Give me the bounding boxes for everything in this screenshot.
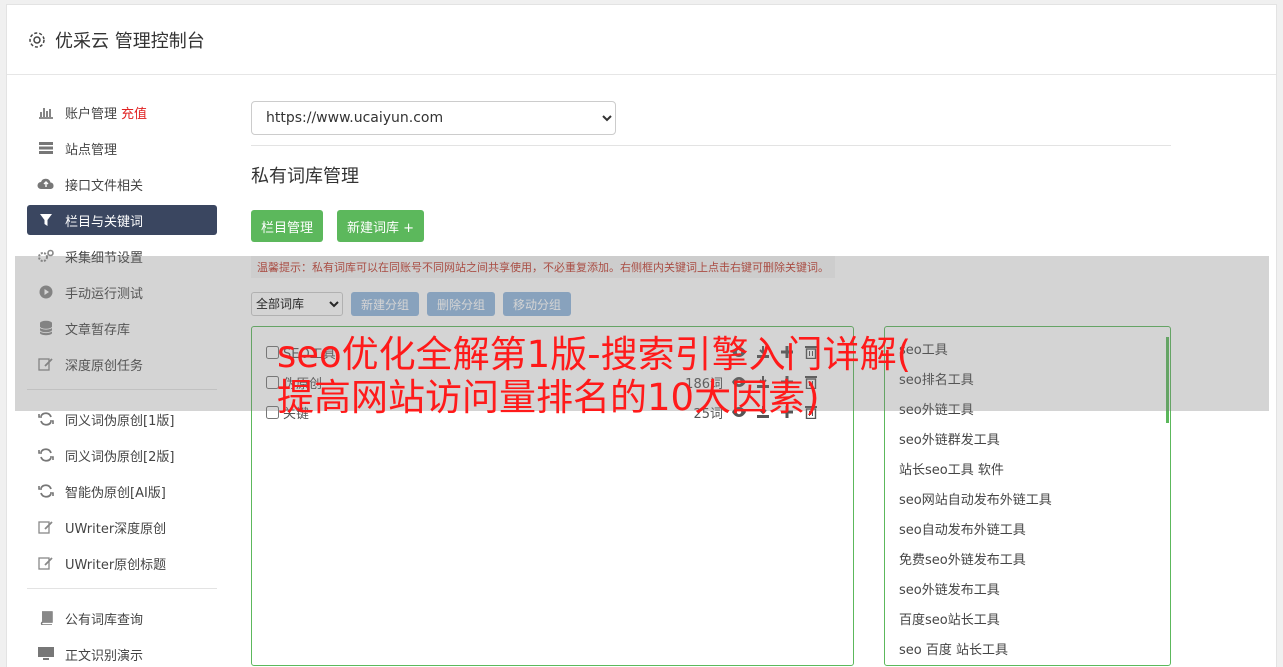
filter-icon	[37, 211, 55, 229]
keyword-item[interactable]: seo自动发布外链工具	[899, 513, 1156, 543]
sidebar-item[interactable]: 深度原创任务	[27, 349, 217, 379]
sidebar-item-label: UWriter深度原创	[65, 521, 167, 537]
keyword-item[interactable]: seo外链群发工具	[899, 423, 1156, 453]
sidebar-item-label: 同义词伪原创[2版]	[65, 449, 175, 465]
sidebar-item[interactable]: 同义词伪原创[1版]	[27, 404, 217, 434]
sidebar-item-label: 同义词伪原创[1版]	[65, 413, 175, 429]
sidebar-item-label: 账户管理	[65, 106, 118, 122]
new-library-button[interactable]: 新建词库 +	[337, 210, 425, 242]
edit-icon	[37, 554, 55, 572]
sidebar-item-label: 正文识别演示	[65, 648, 144, 664]
sidebar-item[interactable]: 智能伪原创[AI版]	[27, 476, 217, 506]
sidebar-item-label: 手动运行测试	[65, 286, 144, 302]
delete-group-button[interactable]: 删除分组	[427, 292, 496, 316]
sidebar-item-label: 智能伪原创[AI版]	[65, 485, 166, 501]
monitor-icon	[37, 645, 55, 663]
sidebar-item[interactable]: UWriter原创标题	[27, 548, 217, 578]
sidebar-item-label: UWriter原创标题	[65, 557, 167, 573]
sidebar-item[interactable]: 采集细节设置	[27, 241, 217, 271]
sidebar-item[interactable]: 公有词库查询	[27, 603, 217, 633]
keyword-item[interactable]: seo外链发布工具	[899, 573, 1156, 603]
sidebar-separator	[27, 588, 217, 589]
sidebar-item[interactable]: 同义词伪原创[2版]	[27, 440, 217, 470]
sidebar-item-label: 深度原创任务	[65, 358, 144, 374]
sidebar-item[interactable]: 文章暂存库	[27, 313, 217, 343]
bar-chart-icon	[37, 103, 55, 121]
recharge-link[interactable]: 充值	[121, 103, 147, 122]
server-icon	[37, 139, 55, 157]
sidebar-item[interactable]: 栏目与关键词	[27, 205, 217, 235]
library-filter-select[interactable]: 全部词库	[251, 292, 343, 316]
sidebar-item-label: 站点管理	[65, 142, 118, 158]
refresh-icon	[37, 482, 55, 500]
edit-icon	[37, 355, 55, 373]
sidebar: 账户管理 充值站点管理接口文件相关 栏目与关键词 采集细节设置 手动运行测试 文章暂存库深…	[27, 97, 217, 667]
keyword-item[interactable]: 百度seo站长工具	[899, 603, 1156, 633]
section-title: 私有词库管理	[251, 166, 359, 187]
cloud-upload-icon	[37, 175, 55, 193]
move-group-button[interactable]: 移动分组	[503, 292, 572, 316]
sidebar-item-label: 接口文件相关	[65, 178, 144, 194]
edit-icon	[37, 518, 55, 536]
site-select[interactable]: https://www.ucaiyun.com	[251, 101, 616, 135]
sidebar-item[interactable]: 手动运行测试	[27, 277, 217, 307]
sidebar-item-label: 公有词库查询	[65, 612, 144, 628]
keyword-item[interactable]: seo 百度 站长工具	[899, 633, 1156, 663]
refresh-icon	[37, 446, 55, 464]
sidebar-item[interactable]: 正文识别演示	[27, 639, 217, 667]
keyword-item[interactable]: 免费seo外链发布工具	[899, 543, 1156, 573]
gears-icon	[37, 247, 55, 265]
refresh-icon	[37, 410, 55, 428]
sidebar-separator	[27, 389, 217, 390]
sidebar-item[interactable]: 账户管理 充值	[27, 97, 217, 127]
sidebar-item[interactable]: 站点管理	[27, 133, 217, 163]
book-icon	[37, 609, 55, 627]
keyword-item[interactable]: 站长seo工具 软件	[899, 453, 1156, 483]
group-toolbar: 全部词库 新建分组 删除分组 移动分组	[251, 292, 1171, 316]
sidebar-item-label: 采集细节设置	[65, 250, 144, 266]
divider	[251, 145, 1171, 146]
overlay-title: seo优化全解第1版-搜索引擎入门详解( 提高网站访问量排名的10大因素)	[277, 333, 1277, 419]
hint-text: 温馨提示：私有词库可以在同账号不同网站之间共享使用，不必重复添加。右侧框内关键词…	[251, 256, 835, 278]
column-manage-button[interactable]: 栏目管理	[251, 210, 324, 242]
app-title: 优采云 管理控制台	[55, 30, 205, 52]
action-buttons: 栏目管理 新建词库 +	[251, 210, 1171, 242]
sidebar-item-label: 文章暂存库	[65, 322, 131, 338]
sidebar-item[interactable]: UWriter深度原创	[27, 512, 217, 542]
sidebar-item-label: 栏目与关键词	[65, 214, 144, 230]
keyword-item[interactable]: seo网站自动发布外链工具	[899, 483, 1156, 513]
sidebar-item[interactable]: 接口文件相关	[27, 169, 217, 199]
new-group-button[interactable]: 新建分组	[351, 292, 420, 316]
app-header: 优采云 管理控制台	[7, 5, 1276, 75]
gear-icon	[27, 30, 47, 50]
overlay-title-line1: seo优化全解第1版-搜索引擎入门详解(	[277, 333, 912, 376]
overlay-title-line2: 提高网站访问量排名的10大因素)	[277, 376, 820, 419]
play-icon	[37, 283, 55, 301]
database-icon	[37, 319, 55, 337]
